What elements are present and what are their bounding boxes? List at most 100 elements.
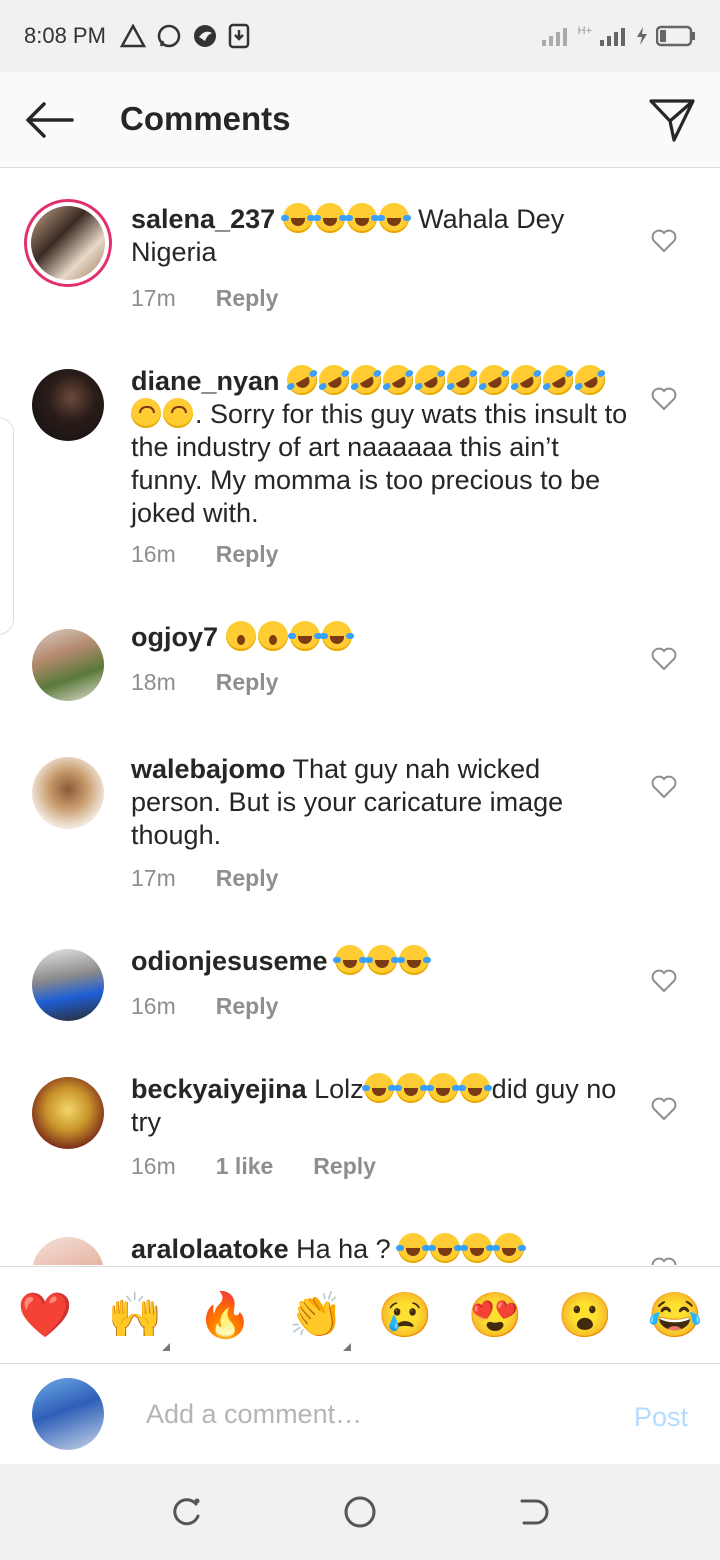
like-heart-icon[interactable] [651,229,677,253]
avatar[interactable] [32,757,104,829]
joy-emoji [396,1233,431,1263]
direct-send-icon[interactable] [648,96,696,144]
avatar[interactable] [32,629,104,701]
comment-time: 18m [131,669,176,695]
joy-emoji [333,945,368,975]
post-button[interactable]: Post [634,1402,688,1433]
cry-reaction-button[interactable]: 😢 [377,1291,433,1341]
comment-username[interactable]: ogjoy7 [131,622,218,652]
comment-text: aralolaatoke Ha ha ? [131,1233,631,1265]
comment-time: 16m [131,541,176,567]
joy-emoji [312,203,347,233]
rofl-emoji [281,359,323,401]
charging-icon [637,27,647,45]
comment-username[interactable]: walebajomo [131,754,286,784]
joy-emoji [365,945,400,975]
comment-prefix: Lolz [306,1074,364,1104]
avatar[interactable] [32,1237,104,1265]
reply-button[interactable]: Reply [313,1153,376,1180]
joy-emoji [287,621,322,651]
comment-username[interactable]: salena_237 [131,204,275,234]
reply-button[interactable]: Reply [216,541,279,568]
battery-icon [656,25,695,47]
page-title: Comments [120,100,291,137]
upside-down-emoji [131,398,161,428]
fire-reaction-button[interactable]: 🔥 [197,1291,253,1341]
recents-icon[interactable] [168,1494,204,1530]
rofl-emoji [377,359,419,401]
joy-emoji [425,1073,460,1103]
upside-down-emoji [163,398,193,428]
back-icon[interactable] [516,1494,552,1530]
skin-tone-indicator-icon [343,1343,351,1351]
comment-meta: 16m 1 like Reply [131,1153,376,1180]
open-mouth-emoji [225,621,256,651]
joy-emoji [319,621,354,651]
signal-icon [541,28,567,46]
comment-text: ogjoy7 [131,621,631,654]
joy-emoji [376,203,411,233]
comment-meta: 17m Reply [131,285,278,312]
avatar[interactable] [32,949,104,1021]
clap-reaction-button[interactable]: 👏 [288,1291,344,1341]
comment-text: salena_237 Wahala Dey Nigeria [131,203,631,269]
comment-username[interactable]: aralolaatoke [131,1234,289,1264]
reply-button[interactable]: Reply [216,993,279,1020]
rofl-emoji [345,359,387,401]
like-heart-icon[interactable] [651,387,677,411]
joy-emoji [344,203,379,233]
rofl-emoji [441,359,483,401]
comment-body: . Sorry for this guy wats this insult to… [131,399,628,528]
like-heart-icon[interactable] [651,969,677,993]
like-heart-icon[interactable] [651,775,677,799]
joy-emoji [428,1233,463,1263]
side-panel-handle[interactable] [0,417,14,635]
comment-text: walebajomo That guy nah wicked person. B… [131,753,631,852]
reply-button[interactable]: Reply [216,285,279,312]
comment-input[interactable] [144,1398,588,1431]
reply-button[interactable]: Reply [216,669,279,696]
network-type: H+ [577,25,592,37]
rofl-emoji [409,359,451,401]
comment-username[interactable]: beckyaiyejina [131,1074,307,1104]
download-icon [228,23,250,49]
status-bar: 8:08 PM H+ [0,0,720,72]
reply-button[interactable]: Reply [216,865,279,892]
comment-meta: 16m Reply [131,993,278,1020]
like-heart-icon[interactable] [651,1097,677,1121]
comment-username[interactable]: diane_nyan [131,366,280,396]
joy-emoji [457,1073,492,1103]
likes-count[interactable]: 1 like [216,1153,274,1180]
rofl-emoji [473,359,515,401]
raised-hands-reaction-button[interactable]: 🙌 [107,1291,163,1341]
comment-username[interactable]: odionjesuseme [131,946,328,976]
joy-emoji [397,945,432,975]
comment-text: beckyaiyejina Lolz did guy no try [131,1073,631,1139]
like-heart-icon[interactable] [651,647,677,671]
comments-list[interactable]: salena_237 Wahala Dey Nigeria 17m Reply … [0,169,720,1265]
rofl-emoji [569,359,611,401]
wow-reaction-button[interactable]: 😮 [557,1291,613,1341]
signal-strong-icon [600,28,625,46]
comment-time: 16m [131,993,176,1019]
heart-eyes-reaction-button[interactable]: 😍 [467,1291,523,1341]
avatar[interactable] [32,1077,104,1149]
back-arrow-icon[interactable] [22,98,74,142]
status-time: 8:08 PM [24,23,106,48]
comment-time: 16m [131,1153,176,1179]
skin-tone-indicator-icon [162,1343,170,1351]
heart-reaction-button[interactable]: ❤️ [17,1291,73,1341]
system-nav-bar [0,1464,720,1560]
comment-text: odionjesuseme [131,945,631,978]
comment-meta: 18m Reply [131,669,278,696]
warning-icon [119,24,146,48]
avatar[interactable] [32,369,104,441]
like-heart-icon[interactable] [651,1257,677,1265]
avatar[interactable] [24,199,112,287]
laugh-reaction-button[interactable]: 😂 [647,1291,703,1341]
home-icon[interactable] [342,1494,378,1530]
joy-emoji [492,1233,527,1263]
app-bar: Comments [0,72,720,168]
comment-meta: 17m Reply [131,865,278,892]
joy-emoji [460,1233,495,1263]
